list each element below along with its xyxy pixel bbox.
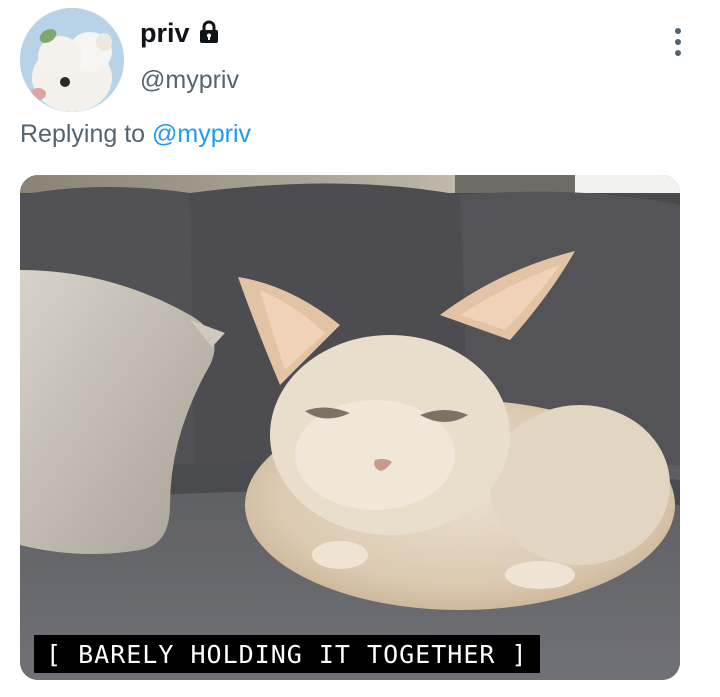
media-caption: [ BARELY HOLDING IT TOGETHER ] xyxy=(34,635,540,673)
author-name-row: priv xyxy=(140,18,222,49)
tweet-media[interactable]: [ BARELY HOLDING IT TOGETHER ] xyxy=(20,175,680,680)
avatar[interactable] xyxy=(20,8,124,112)
replying-to-label: Replying to xyxy=(20,120,146,148)
lock-icon xyxy=(196,19,222,45)
tweet: priv @mypriv Replying to @mypriv [BAREL… xyxy=(0,0,720,697)
author-handle[interactable]: @mypriv xyxy=(140,66,239,95)
replying-to: Replying to @mypriv xyxy=(20,120,251,149)
display-name[interactable]: priv xyxy=(140,18,190,49)
more-options-button[interactable] xyxy=(664,24,692,60)
more-vertical-icon-dot xyxy=(675,50,681,56)
reply-mention-link[interactable]: @mypriv xyxy=(152,120,251,148)
more-vertical-icon xyxy=(675,28,681,34)
cat-photo xyxy=(20,175,680,680)
ferret-avatar-icon xyxy=(20,8,124,112)
more-vertical-icon-dot xyxy=(675,39,681,45)
